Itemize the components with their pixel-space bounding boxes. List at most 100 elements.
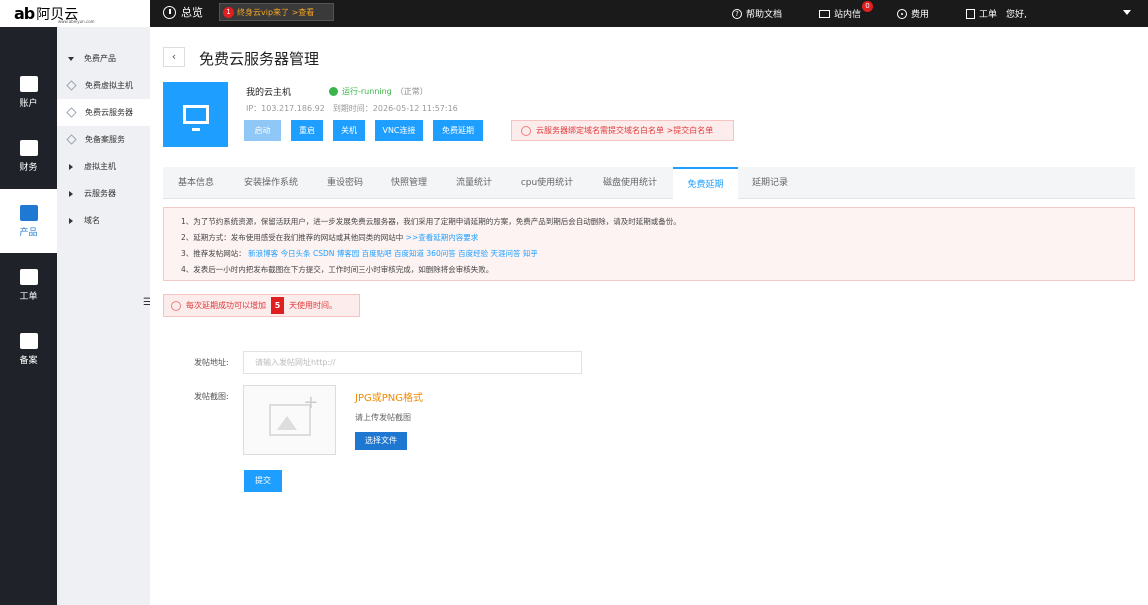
nav-finance-label: 财务: [19, 162, 38, 173]
submit-button[interactable]: 提交: [244, 470, 282, 492]
subnav-free-cloud[interactable]: 免费云服务器: [57, 99, 150, 126]
tab-free-extend[interactable]: 免费延期: [673, 167, 738, 200]
subnav-free-cloud-label: 免费云服务器: [85, 108, 133, 117]
start-button[interactable]: 启动: [244, 120, 281, 141]
vnc-button[interactable]: VNC连接: [375, 120, 423, 141]
layers-icon: [66, 80, 77, 91]
restart-button[interactable]: 重启: [291, 120, 323, 141]
page-title: 免费云服务器管理: [199, 50, 320, 68]
logo-subtitle: www.abeiyun.com: [58, 19, 95, 24]
money-icon: [897, 8, 907, 19]
ticket-link[interactable]: 工单: [966, 0, 997, 27]
site-link[interactable]: 新浪博客: [248, 249, 278, 258]
upload-area[interactable]: [243, 385, 336, 455]
subnav-vhost[interactable]: 虚拟主机: [57, 153, 150, 180]
note-line-3: 3、推荐发帖网站： 新浪博客 今日头条 CSDN 博客园 百度贴吧 百度知道 3…: [181, 246, 1134, 262]
subnav-free-vhost[interactable]: 免费虚拟主机: [57, 72, 150, 99]
tab-disk[interactable]: 磁盘使用统计: [587, 167, 673, 199]
fee-link[interactable]: 费用: [897, 0, 929, 27]
main-sidebar: 账户 财务 产品 工单 备案: [0, 27, 57, 605]
chevron-right-icon: [69, 190, 73, 197]
subnav-free-record-label: 免备案服务: [85, 135, 125, 144]
messages-link[interactable]: 站内信: [819, 0, 861, 27]
chevron-down-icon: [68, 56, 74, 61]
note-line-1: 1、为了节约系统资源，保留活跃用户，进一步发展免费云服务器，我们采用了定期申请延…: [181, 217, 681, 226]
help-label: 帮助文档: [746, 10, 783, 20]
subnav-domain[interactable]: 域名: [57, 207, 150, 234]
image-add-icon: [268, 392, 319, 436]
lightbulb-icon: [521, 125, 531, 136]
extend-tip-after: 天使用时间。: [289, 301, 337, 310]
server-icon: [163, 82, 228, 147]
note-line-3-text: 3、推荐发帖网站：: [181, 249, 246, 258]
tab-snapshot[interactable]: 快照管理: [377, 167, 441, 199]
nav-tickets[interactable]: 工单: [0, 253, 57, 317]
messages-badge: 0: [862, 1, 873, 12]
chevron-right-icon: [69, 217, 73, 224]
host-ip: IP：103.217.186.92: [246, 104, 325, 113]
tab-install-os[interactable]: 安装操作系统: [229, 167, 313, 199]
layers-icon: [66, 107, 77, 118]
overview-link[interactable]: 总览: [163, 4, 203, 20]
subnav-cloud-label: 云服务器: [84, 189, 116, 198]
site-link[interactable]: 百度知道: [394, 249, 424, 258]
briefcase-icon: [19, 268, 38, 285]
subnav-cloud[interactable]: 云服务器: [57, 180, 150, 207]
post-url-input[interactable]: [243, 351, 582, 374]
shutdown-button[interactable]: 关机: [333, 120, 365, 141]
tab-bar: 基本信息 安装操作系统 重设密码 快照管理 流量统计 cpu使用统计 磁盘使用统…: [163, 167, 1135, 200]
format-hint: JPG或PNG格式: [355, 393, 423, 404]
status-text: 运行-running: [342, 87, 392, 96]
chevron-right-icon: [69, 163, 73, 170]
site-link[interactable]: 博客园: [337, 249, 360, 258]
whitelist-tip[interactable]: 云服务器绑定域名需提交域名白名单 >提交白名单: [511, 120, 734, 141]
monitor-icon: [182, 105, 209, 131]
status-dot-icon: [329, 87, 338, 96]
notice-count: 1: [223, 6, 234, 18]
extend-days: 5: [271, 297, 284, 314]
note-line-2-text: 2、延期方式：发布使用感受在我们推荐的网站或其他同类的网站中: [181, 233, 404, 242]
help-icon: ?: [732, 8, 742, 19]
site-link[interactable]: 360问答: [426, 249, 455, 258]
subnav-free-record[interactable]: 免备案服务: [57, 126, 150, 153]
extend-days-tip: 每次延期成功可以增加 5 天使用时间。: [163, 294, 360, 317]
site-link[interactable]: 知乎: [523, 249, 538, 258]
logo[interactable]: ab 阿贝云 www.abeiyun.com: [0, 0, 150, 27]
choose-file-button[interactable]: 选择文件: [355, 432, 407, 450]
mail-icon: [819, 9, 830, 18]
site-link[interactable]: 百度贴吧: [362, 249, 392, 258]
grid-icon: [19, 204, 38, 221]
nav-record-label: 备案: [19, 355, 38, 366]
promo-notice[interactable]: 1 终身云vip来了 >查看: [219, 3, 334, 21]
free-extend-button[interactable]: 免费延期: [433, 120, 483, 141]
tab-basic-info[interactable]: 基本信息: [163, 167, 229, 199]
tab-traffic[interactable]: 流量统计: [441, 167, 507, 199]
tab-cpu[interactable]: cpu使用统计: [507, 167, 587, 199]
tab-extend-records[interactable]: 延期记录: [738, 167, 802, 199]
overview-label: 总览: [181, 6, 203, 19]
nav-account-label: 账户: [19, 98, 38, 109]
host-name: 我的云主机: [246, 88, 292, 98]
site-link[interactable]: CSDN: [313, 249, 334, 258]
site-link[interactable]: 天涯问答: [491, 249, 521, 258]
top-bar: ab 阿贝云 www.abeiyun.com 总览 1 终身云vip来了 >查看…: [0, 0, 1148, 27]
site-link[interactable]: 今日头条: [281, 249, 311, 258]
nav-record[interactable]: 备案: [0, 317, 57, 381]
extend-requirements-link[interactable]: >>查看延期内容要求: [406, 233, 479, 242]
lightbulb-icon: [171, 300, 181, 311]
yen-icon: [19, 139, 38, 156]
ticket-label: 工单: [979, 10, 998, 20]
nav-products[interactable]: 产品: [0, 189, 57, 253]
user-greeting[interactable]: 您好,: [1006, 0, 1027, 27]
subnav-free-products-label: 免费产品: [84, 54, 116, 63]
subnav-free-products[interactable]: 免费产品: [57, 45, 150, 72]
user-dropdown-icon[interactable]: [1123, 10, 1131, 15]
fee-label: 费用: [911, 10, 930, 20]
back-button[interactable]: ‹: [163, 47, 185, 67]
nav-finance[interactable]: 财务: [0, 124, 57, 188]
tab-reset-password[interactable]: 重设密码: [313, 167, 377, 199]
extend-notes: 1、为了节约系统资源，保留活跃用户，进一步发展免费云服务器，我们采用了定期申请延…: [163, 207, 1135, 281]
help-docs-link[interactable]: ? 帮助文档: [732, 0, 782, 27]
nav-account[interactable]: 账户: [0, 60, 57, 124]
site-link[interactable]: 百度经验: [458, 249, 488, 258]
